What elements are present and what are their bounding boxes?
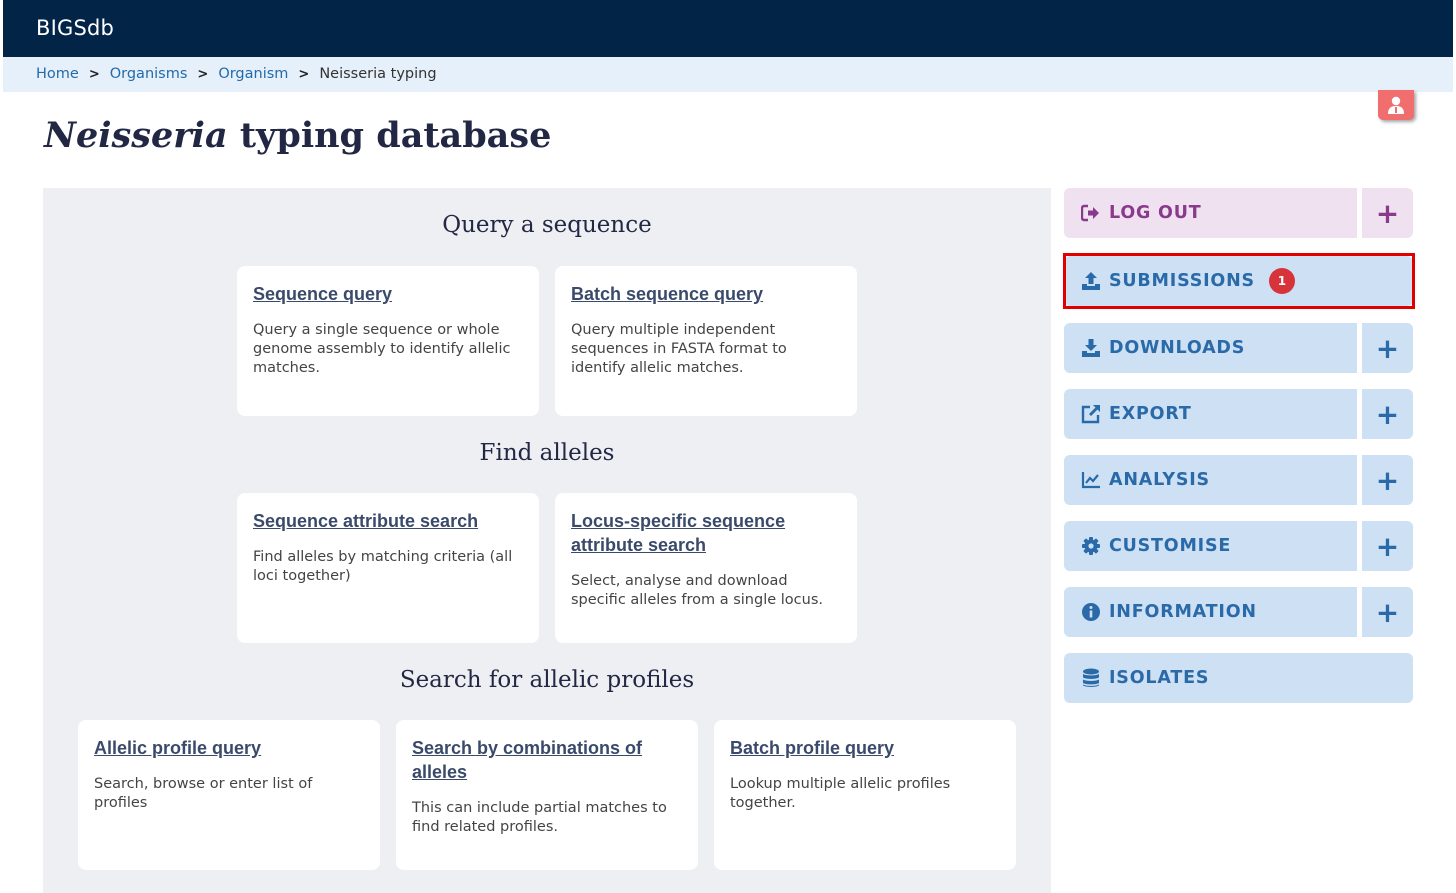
isolates-label: ISOLATES — [1109, 668, 1210, 688]
allelic-profile-query-link[interactable]: Allelic profile query — [94, 736, 364, 760]
site-brand[interactable]: BIGSdb — [36, 16, 114, 40]
breadcrumb: Home > Organisms > Organism > Neisseria … — [3, 57, 1453, 92]
page-title-rest: typing database — [227, 115, 552, 156]
gear-icon — [1080, 536, 1102, 556]
card-description: Search, browse or enter list of profiles — [94, 776, 313, 811]
export-button[interactable]: EXPORT + — [1064, 389, 1413, 439]
section-title-query: Query a sequence — [442, 212, 652, 238]
database-icon — [1080, 668, 1102, 688]
logout-button[interactable]: LOG OUT + — [1064, 188, 1413, 238]
main-content-panel: Query a sequence Sequence query Query a … — [43, 188, 1051, 893]
card-batch-profile-query: Batch profile query Lookup multiple alle… — [714, 720, 1016, 870]
breadcrumb-separator: > — [197, 66, 209, 82]
breadcrumb-separator: > — [88, 66, 100, 82]
card-description: Query a single sequence or whole genome … — [253, 322, 511, 376]
downloads-button[interactable]: DOWNLOADS + — [1064, 323, 1413, 373]
section-title-alleles: Find alleles — [479, 440, 615, 466]
submissions-highlight-box — [1063, 253, 1415, 309]
logout-expand-button[interactable]: + — [1362, 188, 1413, 238]
export-expand-button[interactable]: + — [1362, 389, 1413, 439]
analysis-label: ANALYSIS — [1109, 470, 1210, 490]
batch-profile-query-link[interactable]: Batch profile query — [730, 736, 1000, 760]
page-title: Neisseria typing database — [44, 115, 551, 156]
analysis-expand-button[interactable]: + — [1362, 455, 1413, 505]
card-description: Lookup multiple allelic profiles togethe… — [730, 776, 951, 811]
top-navbar: BIGSdb — [3, 0, 1453, 57]
card-description: This can include partial matches to find… — [412, 800, 667, 835]
sequence-attribute-search-link[interactable]: Sequence attribute search — [253, 509, 523, 533]
isolates-button[interactable]: ISOLATES — [1064, 653, 1413, 703]
external-link-icon — [1080, 404, 1102, 424]
card-locus-specific-search: Locus-specific sequence attribute search… — [555, 493, 857, 643]
information-label: INFORMATION — [1109, 602, 1257, 622]
analysis-button[interactable]: ANALYSIS + — [1064, 455, 1413, 505]
breadcrumb-separator: > — [298, 66, 310, 82]
sign-out-icon — [1080, 203, 1102, 223]
breadcrumb-current: Neisseria typing — [319, 66, 437, 82]
user-icon[interactable] — [1378, 90, 1414, 120]
info-circle-icon — [1080, 602, 1102, 622]
card-sequence-attribute-search: Sequence attribute search Find alleles b… — [237, 493, 539, 643]
downloads-label: DOWNLOADS — [1109, 338, 1246, 358]
card-batch-sequence-query: Batch sequence query Query multiple inde… — [555, 266, 857, 416]
locus-specific-search-link[interactable]: Locus-specific sequence attribute search — [571, 509, 841, 557]
card-description: Find alleles by matching criteria (all l… — [253, 549, 513, 584]
information-expand-button[interactable]: + — [1362, 587, 1413, 637]
chart-line-icon — [1080, 470, 1102, 490]
download-icon — [1080, 338, 1102, 358]
card-description: Select, analyse and download specific al… — [571, 573, 823, 608]
information-button[interactable]: INFORMATION + — [1064, 587, 1413, 637]
logout-label: LOG OUT — [1109, 203, 1202, 223]
breadcrumb-organism[interactable]: Organism — [218, 66, 288, 82]
card-allelic-profile-query: Allelic profile query Search, browse or … — [78, 720, 380, 870]
sequence-query-link[interactable]: Sequence query — [253, 282, 523, 306]
downloads-expand-button[interactable]: + — [1362, 323, 1413, 373]
breadcrumb-organisms[interactable]: Organisms — [110, 66, 188, 82]
customise-label: CUSTOMISE — [1109, 536, 1232, 556]
customise-button[interactable]: CUSTOMISE + — [1064, 521, 1413, 571]
card-combinations-of-alleles: Search by combinations of alleles This c… — [396, 720, 698, 870]
combinations-of-alleles-link[interactable]: Search by combinations of alleles — [412, 736, 682, 784]
customise-expand-button[interactable]: + — [1362, 521, 1413, 571]
export-label: EXPORT — [1109, 404, 1192, 424]
section-title-profiles: Search for allelic profiles — [399, 667, 695, 693]
breadcrumb-home[interactable]: Home — [36, 66, 79, 82]
page-title-organism: Neisseria — [44, 115, 228, 156]
batch-sequence-query-link[interactable]: Batch sequence query — [571, 282, 841, 306]
card-sequence-query: Sequence query Query a single sequence o… — [237, 266, 539, 416]
card-description: Query multiple independent sequences in … — [571, 322, 787, 376]
